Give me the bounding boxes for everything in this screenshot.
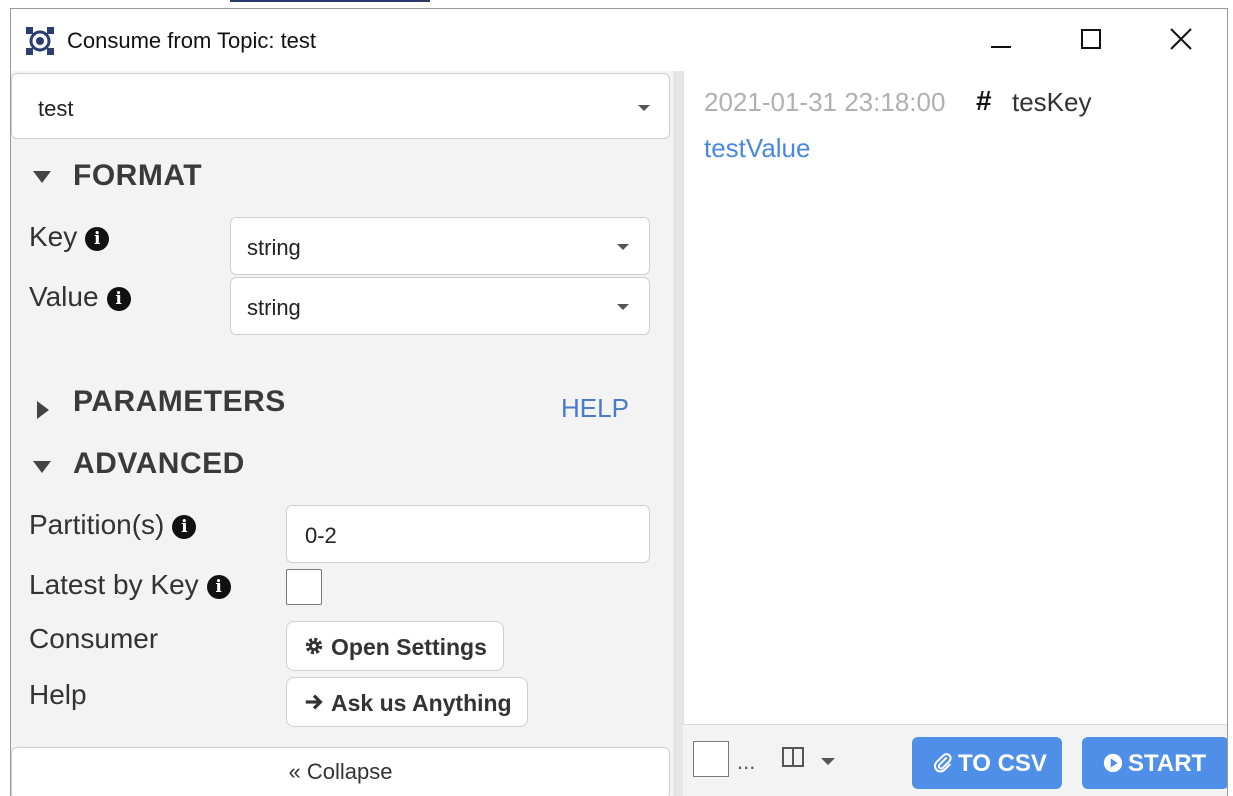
hash-icon: # [976, 85, 992, 116]
window-title: Consume from Topic: test [67, 28, 317, 53]
key-label: Key i [29, 221, 110, 253]
top-strip-accent [230, 0, 430, 2]
panel-splitter[interactable] [674, 71, 683, 796]
close-icon [1170, 28, 1192, 50]
value-label: Value i [29, 281, 131, 313]
start-label: START [1128, 750, 1207, 777]
select-all-checkbox[interactable] [693, 741, 729, 777]
info-icon[interactable]: i [206, 575, 231, 599]
settings-panel: test FORMAT Key i string Value i string PA… [11, 71, 674, 796]
close-button[interactable] [1141, 17, 1221, 63]
title-bar: Consume from Topic: test [11, 9, 1227, 71]
message-value: testValue [704, 133, 811, 163]
to-csv-button[interactable]: TO CSV [912, 737, 1062, 789]
format-heading: FORMAT [73, 159, 203, 192]
minimize-icon [991, 46, 1011, 48]
open-settings-label: Open Settings [331, 634, 487, 660]
help-label: Help [29, 679, 87, 710]
partitions-label: Partition(s) i [29, 509, 197, 541]
triangle-down-icon [33, 461, 51, 473]
arrow-right-icon [303, 691, 325, 719]
message-key: tesKey [1012, 87, 1092, 117]
minimize-button[interactable] [961, 17, 1041, 63]
start-button[interactable]: START [1082, 737, 1227, 789]
value-format-select[interactable]: string [230, 277, 650, 335]
play-icon [1102, 752, 1124, 781]
maximize-button[interactable] [1051, 17, 1131, 63]
columns-icon[interactable] [781, 745, 805, 774]
to-csv-label: TO CSV [958, 750, 1047, 777]
key-format-value: string [247, 235, 301, 260]
info-icon[interactable]: i [85, 227, 110, 251]
ellipsis-text: ... [737, 749, 756, 774]
key-format-select[interactable]: string [230, 217, 650, 275]
message-timestamp: 2021-01-31 23:18:00 [704, 87, 946, 117]
chevron-down-icon [638, 105, 650, 111]
info-icon[interactable]: i [172, 515, 197, 539]
consumer-label: Consumer [29, 623, 159, 654]
topic-select-value: test [38, 96, 74, 121]
triangle-down-icon [33, 171, 51, 183]
value-format-value: string [247, 295, 301, 320]
ask-us-anything-label: Ask us Anything [331, 690, 512, 716]
message-list: 2021-01-31 23:18:00 # tesKey testValue [683, 71, 1227, 725]
partitions-input[interactable]: 0-2 [286, 505, 650, 563]
consume-window: Consume from Topic: test test FORMAT Key… [10, 8, 1228, 796]
bottom-toolbar: ... TO CSV START [683, 725, 1227, 796]
topic-select[interactable]: test [11, 73, 670, 139]
triangle-right-icon [37, 401, 49, 419]
ask-us-anything-button[interactable]: Ask us Anything [286, 677, 528, 727]
chevron-down-icon [617, 244, 629, 250]
advanced-heading: ADVANCED [73, 447, 245, 480]
info-icon[interactable]: i [106, 287, 131, 311]
kafka-app-icon [25, 26, 55, 56]
collapse-button[interactable]: « Collapse [11, 747, 670, 796]
top-strip [0, 0, 1233, 8]
parameters-heading: PARAMETERS [73, 385, 286, 418]
chevron-down-icon[interactable] [821, 758, 835, 765]
latest-by-key-checkbox[interactable] [286, 569, 322, 605]
maximize-icon [1081, 29, 1101, 49]
latest-by-key-label: Latest by Key i [29, 569, 231, 601]
chevron-down-icon [617, 304, 629, 310]
gear-icon [303, 635, 325, 663]
open-settings-button[interactable]: Open Settings [286, 621, 504, 671]
paperclip-icon [932, 752, 954, 781]
help-link[interactable]: HELP [561, 393, 629, 424]
